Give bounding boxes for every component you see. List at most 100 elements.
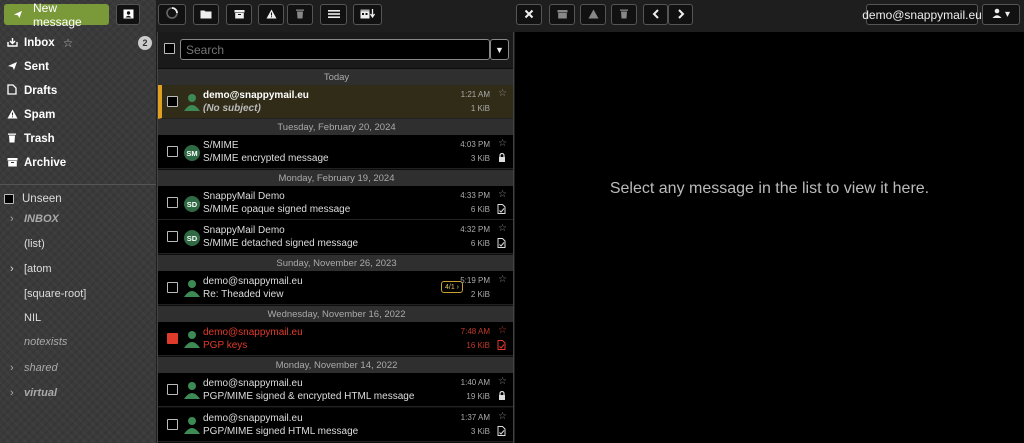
star-outline-icon[interactable]: ☆ <box>498 274 507 285</box>
star-outline-icon[interactable]: ☆ <box>498 325 507 336</box>
subfolder-notexists[interactable]: notexists <box>0 331 156 353</box>
account-email: demo@snappymail.eu <box>862 7 982 22</box>
select-all-checkbox[interactable] <box>164 43 175 54</box>
contacts-button[interactable] <box>116 4 140 25</box>
account-switcher[interactable]: demo@snappymail.eu <box>862 4 982 25</box>
folder-drafts[interactable]: Drafts <box>0 79 156 103</box>
chevron-down-icon: ▾ <box>1004 9 1011 20</box>
folder-label: Drafts <box>24 85 58 97</box>
message-row[interactable]: demo@snappymail.eu PGP/MIME signed & enc… <box>158 373 513 407</box>
message-checkbox[interactable] <box>167 384 178 395</box>
archive-icon <box>557 8 568 22</box>
previous-message-button[interactable] <box>643 4 668 25</box>
star-outline-icon[interactable]: ☆ <box>498 88 507 99</box>
subfolder-square-root[interactable]: [square-root] <box>0 283 156 305</box>
refresh-button[interactable] <box>158 4 186 25</box>
delete-button[interactable] <box>287 4 313 25</box>
message-row[interactable]: SD SnappyMail Demo S/MIME detached signe… <box>158 220 513 254</box>
close-message-button[interactable] <box>516 4 542 25</box>
chevron-right-icon[interactable]: › <box>10 362 20 374</box>
subfolder-nil[interactable]: NIL <box>0 307 156 329</box>
star-outline-icon[interactable]: ☆ <box>498 376 507 387</box>
message-preview-pane: Select any message in the list to view i… <box>515 32 1024 443</box>
folder-label: Spam <box>24 109 56 121</box>
message-row[interactable]: demo@snappymail.eu Re: Theaded view 4/1 … <box>158 271 513 305</box>
message-size: 3 KiB <box>470 154 490 163</box>
star-outline-icon[interactable]: ☆ <box>498 138 507 149</box>
folder-label: Inbox <box>24 37 55 49</box>
message-checkbox[interactable] <box>167 282 178 293</box>
folder-inbox[interactable]: Inbox ☆ 2 <box>0 31 156 55</box>
message-sender: SnappyMail Demo <box>203 191 285 202</box>
chevron-right-icon[interactable]: › <box>10 213 20 225</box>
chevron-right-icon[interactable]: › <box>10 387 20 399</box>
subfolder-label: notexists <box>24 336 68 348</box>
message-row[interactable]: SM S/MIME S/MIME encrypted message 4:03 … <box>158 135 513 169</box>
subfolder-shared[interactable]: › shared <box>0 357 156 379</box>
dropdown-arrow-icon: ▼ <box>495 44 504 55</box>
message-checkbox[interactable] <box>167 96 178 107</box>
warning-icon <box>266 8 277 22</box>
search-options-button[interactable]: ▼ <box>490 39 509 60</box>
star-outline-icon[interactable]: ☆ <box>63 36 74 50</box>
message-row[interactable]: demo@snappymail.eu PGP/MIME signed HTML … <box>158 408 513 442</box>
message-row[interactable]: demo@snappymail.eu PGP keys 7:48 AM 16 K… <box>158 322 513 356</box>
folder-spam[interactable]: Spam <box>0 103 156 127</box>
sort-button[interactable] <box>353 4 382 25</box>
subfolder-list[interactable]: (list) <box>0 233 156 255</box>
archive-button[interactable] <box>226 4 252 25</box>
trash-icon <box>6 132 18 146</box>
unseen-filter[interactable]: Unseen <box>0 188 156 210</box>
inbox-icon <box>6 37 18 50</box>
folder-label: Archive <box>24 157 67 169</box>
preview-delete-button[interactable] <box>611 4 637 25</box>
star-outline-icon[interactable]: ☆ <box>498 189 507 200</box>
subfolder-atom[interactable]: › [atom <box>0 258 156 280</box>
subfolder-virtual[interactable]: › virtual <box>0 382 156 404</box>
loading-spinner-icon <box>165 6 179 23</box>
chevron-right-icon[interactable]: › <box>10 263 20 275</box>
move-to-folder-button[interactable] <box>193 4 219 25</box>
folder-label: Sent <box>24 61 49 73</box>
folder-sent[interactable]: Sent <box>0 55 156 79</box>
message-row[interactable]: SD SnappyMail Demo S/MIME opaque signed … <box>158 186 513 220</box>
search-bar: ▼ <box>158 32 513 68</box>
unseen-checkbox[interactable] <box>4 194 14 204</box>
message-checkbox[interactable] <box>167 419 178 430</box>
subfolder-inbox[interactable]: › INBOX <box>0 208 156 230</box>
search-input[interactable] <box>180 39 490 60</box>
next-message-button[interactable] <box>668 4 693 25</box>
folder-archive[interactable]: Archive <box>0 151 156 175</box>
folder-sidebar: Inbox ☆ 2 Sent Drafts Spam Trash Archive <box>0 0 156 443</box>
message-checkbox[interactable] <box>167 197 178 208</box>
close-icon <box>524 8 534 22</box>
user-menu-button[interactable]: ▾ <box>982 4 1020 25</box>
star-outline-icon[interactable]: ☆ <box>498 411 507 422</box>
message-checkbox[interactable] <box>167 333 178 344</box>
message-checkbox[interactable] <box>167 146 178 157</box>
message-list-panel: ▼ Today demo@snappymail.eu (No subject) … <box>157 32 514 443</box>
preview-archive-button[interactable] <box>549 4 575 25</box>
folder-trash[interactable]: Trash <box>0 127 156 151</box>
signed-document-icon <box>497 238 506 250</box>
message-sender: demo@snappymail.eu <box>203 90 309 101</box>
star-outline-icon[interactable]: ☆ <box>498 223 507 234</box>
trash-icon <box>295 8 305 22</box>
message-row[interactable]: demo@snappymail.eu (No subject) 1:21 AM … <box>158 85 513 119</box>
document-icon <box>6 84 18 98</box>
new-message-button[interactable]: New message <box>4 1 109 29</box>
message-time: 1:37 AM <box>460 413 490 422</box>
spam-button[interactable] <box>258 4 284 25</box>
person-avatar-icon <box>184 279 200 297</box>
more-actions-button[interactable] <box>320 4 347 25</box>
date-separator: Wednesday, November 16, 2022 <box>158 306 513 322</box>
date-separator: Sunday, November 26, 2023 <box>158 255 513 271</box>
person-avatar-icon <box>184 330 200 348</box>
signed-document-icon <box>497 340 506 352</box>
subfolder-label: virtual <box>24 387 58 399</box>
send-icon <box>6 61 18 74</box>
preview-spam-button[interactable] <box>580 4 606 25</box>
date-separator: Tuesday, February 20, 2024 <box>158 119 513 135</box>
message-checkbox[interactable] <box>167 231 178 242</box>
lock-icon <box>498 152 506 164</box>
